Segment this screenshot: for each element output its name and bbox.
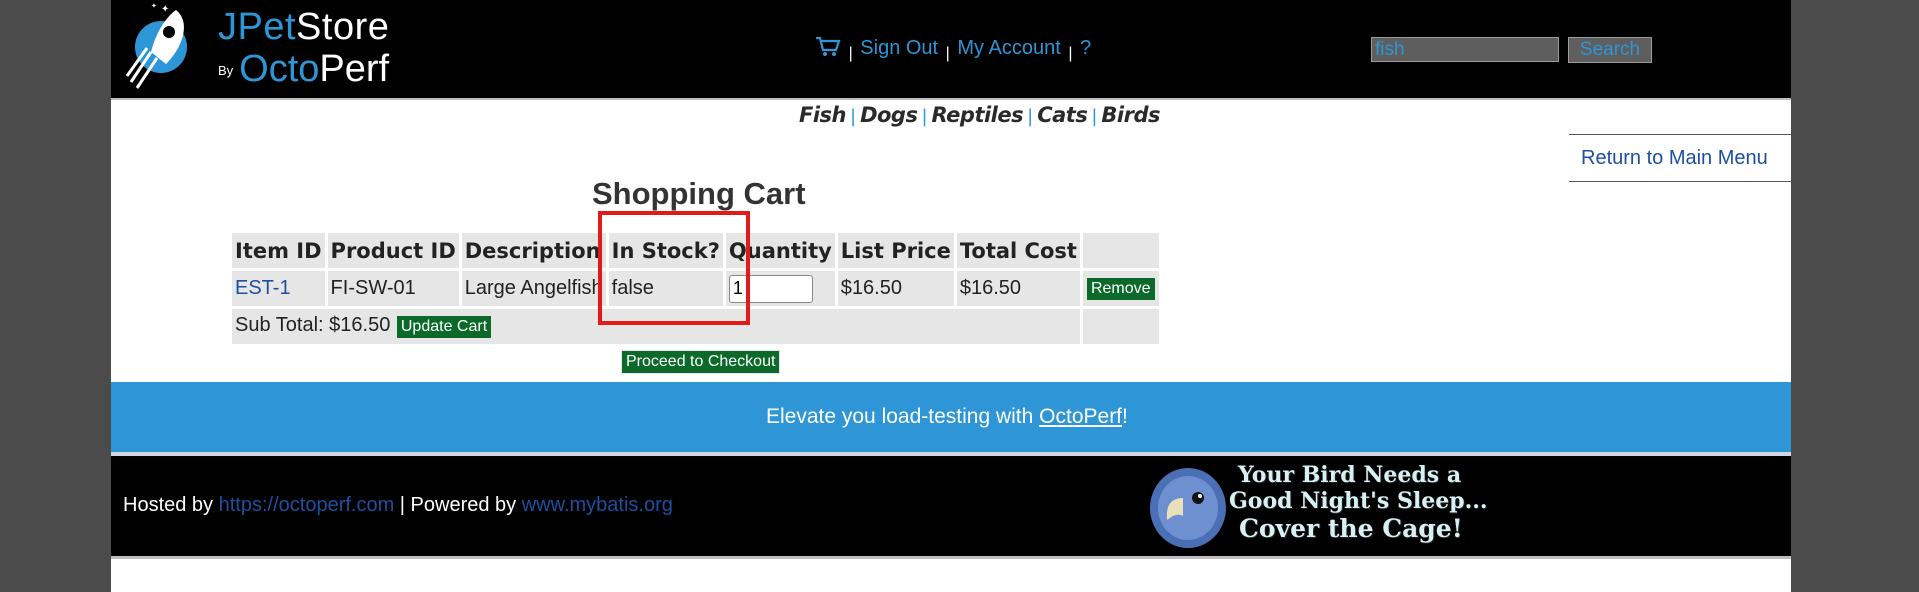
footer-credits: Hosted by https://octoperf.com | Powered… (123, 494, 673, 516)
header: ✦ ✦ JPetStore By OctoPerf | Sign Out | My… (111, 0, 1791, 98)
cell-product-id: FI-SW-01 (327, 271, 459, 306)
logo-title: JPetStore (218, 6, 390, 48)
promo-banner: Elevate you load-testing with OctoPerf! (111, 382, 1791, 452)
quicklink-separator: | (1091, 106, 1098, 127)
jpetstore-logo[interactable]: ✦ ✦ JPetStore By OctoPerf (121, 2, 389, 92)
bird-ad-banner[interactable]: Your Bird Needs a Good Night's Sleep... … (1143, 458, 1563, 554)
svg-text:✦: ✦ (151, 2, 157, 10)
octoperf-url-link[interactable]: https://octoperf.com (219, 494, 395, 516)
column-header-actions (1082, 233, 1159, 268)
cell-list-price: $16.50 (837, 271, 954, 306)
page-title: Shopping Cart (592, 176, 806, 211)
column-header-total-cost: Total Cost (956, 233, 1080, 268)
ad-line-3: Cover the Cage! (1239, 514, 1463, 543)
quicklink-dogs[interactable]: Dogs (860, 103, 918, 127)
menu-separator: | (848, 45, 853, 62)
return-to-main-menu-link[interactable]: Return to Main Menu (1581, 147, 1768, 170)
quicklink-separator: | (850, 106, 857, 127)
item-id-link[interactable]: EST-1 (235, 277, 291, 299)
search-button[interactable]: Search (1568, 37, 1652, 63)
footer: Hosted by https://octoperf.com | Powered… (111, 456, 1791, 556)
menu-separator: | (945, 45, 950, 62)
column-header-item-id: Item ID (232, 233, 325, 268)
ad-line-1: Your Bird Needs a (1238, 462, 1462, 488)
menu-separator: | (1068, 45, 1073, 62)
banner-text: Elevate you load-testing with OctoPerf! (766, 405, 1128, 428)
sign-out-link[interactable]: Sign Out (860, 37, 938, 59)
column-header-description: Description (461, 233, 606, 268)
column-header-product-id: Product ID (327, 233, 459, 268)
parrot-icon (1150, 468, 1226, 548)
cell-total-cost: $16.50 (956, 271, 1080, 306)
quicklink-separator: | (1027, 106, 1034, 127)
quicklink-reptiles[interactable]: Reptiles (932, 103, 1024, 127)
in-stock-highlight-box (598, 211, 750, 325)
update-cart-button[interactable]: Update Cart (395, 315, 493, 339)
search-input[interactable] (1371, 37, 1559, 62)
cell-description: Large Angelfish (461, 271, 606, 306)
quicklink-birds[interactable]: Birds (1101, 103, 1160, 127)
page: ✦ ✦ JPetStore By OctoPerf | Sign Out | My… (111, 0, 1791, 592)
return-to-main-box: Return to Main Menu (1569, 134, 1791, 182)
header-menu: | Sign Out | My Account | ? (815, 36, 1091, 66)
svg-text:✦: ✦ (161, 4, 169, 15)
remove-button[interactable]: Remove (1085, 277, 1156, 301)
octoperf-link[interactable]: OctoPerf (1039, 405, 1122, 428)
ad-line-2: Good Night's Sleep... (1229, 488, 1488, 514)
logo-subtitle: By OctoPerf (218, 48, 390, 90)
category-quicklinks: Fish | Dogs | Reptiles | Cats | Birds (799, 103, 1160, 127)
my-account-link[interactable]: My Account (957, 37, 1060, 59)
proceed-to-checkout-button[interactable]: Proceed to Checkout (621, 350, 781, 374)
cell-remove: Remove (1082, 271, 1159, 306)
quicklink-cats[interactable]: Cats (1037, 103, 1088, 127)
footer-divider (111, 556, 1791, 559)
cell-item-id: EST-1 (232, 271, 325, 306)
cart-icon[interactable] (815, 36, 841, 58)
help-link[interactable]: ? (1080, 37, 1091, 59)
column-header-list-price: List Price (837, 233, 954, 268)
header-divider (111, 98, 1791, 100)
rocket-logo-icon: ✦ ✦ (125, 2, 187, 89)
mybatis-link[interactable]: www.mybatis.org (522, 494, 673, 516)
subtotal-text: Sub Total: $16.50 (235, 314, 391, 336)
subtotal-empty-cell (1082, 309, 1159, 344)
quicklink-fish[interactable]: Fish (799, 103, 847, 127)
quicklink-separator: | (921, 106, 928, 127)
